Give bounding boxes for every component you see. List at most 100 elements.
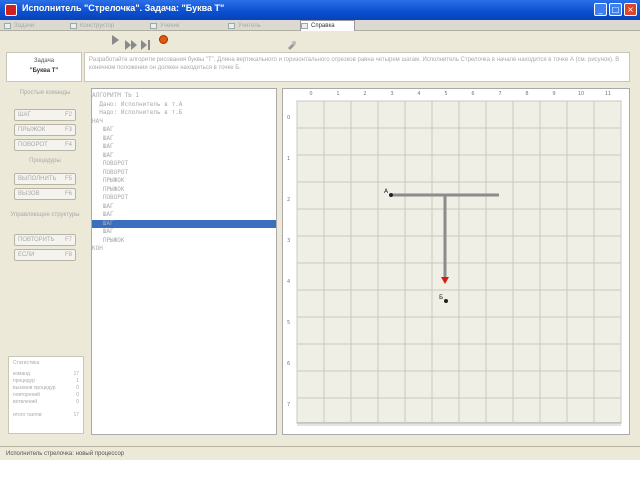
stats-value: 17 [73,371,79,377]
task-description: Разработайте алгоритм рисования буквы "Т… [84,52,630,82]
stats-row: повторений 0 [13,392,79,399]
row-label: 7 [287,402,290,408]
stats-value: 1 [76,378,79,384]
column-label: 1 [336,91,339,97]
button-label: ЕСЛИ [18,252,35,258]
call-button[interactable]: ВЫЗОВ F6 [14,188,76,200]
hotkey: F2 [64,112,72,118]
app-window: Исполнитель "Стрелочка". Задача: "Буква … [0,0,640,480]
column-label: 3 [390,91,393,97]
program-line[interactable]: ПРЫЖОК [92,186,276,194]
column-label: 7 [498,91,501,97]
program-line[interactable]: НАЧ [92,118,276,126]
teacher-icon [228,23,235,29]
row-label: 5 [287,320,290,326]
tab-label: Конструктор [80,23,115,29]
drawing-field: 0 1 2 3 4 5 6 7 8 9 10 11 0 1 2 3 4 5 6 7 А Б [282,88,630,435]
button-label: ПРЫЖОК [18,127,46,133]
button-label: ШАГ [18,112,31,118]
step-run-icon[interactable] [125,35,137,50]
button-label: ВЫЗОВ [18,191,40,197]
task-header: Задача [33,58,55,64]
tab-help[interactable]: Справка [300,20,355,31]
program-line[interactable]: ШАГ [92,126,276,134]
maximize-button[interactable]: □ [609,3,622,16]
hotkey: F4 [64,142,72,148]
control-structures-label: Управляющие структуры [10,212,80,218]
tab-constructor[interactable]: Конструктор [70,21,140,31]
column-label: 9 [552,91,555,97]
stats-row: итого тактов 17 [13,412,79,419]
tab-label: Учитель [238,23,261,29]
program-line[interactable]: ШАГ [92,219,276,228]
title-bar[interactable]: Исполнитель "Стрелочка". Задача: "Буква … [0,0,640,20]
repeat-button[interactable]: ПОВТОРИТЬ F7 [14,234,76,246]
tab-teacher[interactable]: Учитель [228,21,288,31]
row-label: 0 [287,115,290,121]
stats-label: ветвлений [13,399,38,405]
task-name-box: Задача "Буква Т" [6,52,82,82]
stats-row: ветвлений 0 [13,399,79,406]
execute-button[interactable]: ВЫПОЛНИТЬ F5 [14,173,76,185]
program-line[interactable]: КОН [92,245,276,253]
window-title: Исполнитель "Стрелочка". Задача: "Буква … [22,3,225,13]
program-line[interactable]: ШАГ [92,228,276,236]
program-line[interactable]: Дано: Исполнитель в т.А [92,101,276,109]
program-line[interactable]: ПОВОРОТ [92,194,276,202]
minimize-button[interactable]: _ [594,3,607,16]
program-line[interactable]: ШАГ [92,135,276,143]
jump-button[interactable]: ПРЫЖОК F3 [14,124,76,136]
program-line[interactable]: ШАГ [92,203,276,211]
step-icon[interactable] [141,35,151,50]
step-button[interactable]: ШАГ F2 [14,109,76,121]
column-label: 0 [309,91,312,97]
tab-bar: Задачи Конструктор Ученик Учитель Справк… [0,20,640,31]
point-a-dot [389,193,393,197]
stats-label: команд [13,371,30,377]
program-line[interactable]: ШАГ [92,211,276,219]
hotkey: F7 [64,237,72,243]
program-line[interactable]: ШАГ [92,152,276,160]
stats-label: итого тактов [13,412,42,418]
program-line[interactable]: АЛГОРИТМ ТЬ 1 [92,92,276,100]
column-label: 2 [363,91,366,97]
program-line[interactable]: ПОВОРОТ [92,169,276,177]
stop-icon[interactable] [159,35,168,44]
column-label: 8 [525,91,528,97]
status-bar: Исполнитель стрелочка: новый процессор [0,446,640,460]
program-editor[interactable]: АЛГОРИТМ ТЬ 1 Дано: Исполнитель в т.А На… [91,88,277,435]
stats-box: Статистика команд 17 процедур 1 вызовов пр… [8,356,84,434]
tab-student[interactable]: Ученик [150,21,210,31]
program-line[interactable]: ШАГ [92,143,276,151]
program-line[interactable]: ПОВОРОТ [92,160,276,168]
row-label: 1 [287,156,290,162]
tab-tasks[interactable]: Задачи [4,21,64,31]
if-button[interactable]: ЕСЛИ F8 [14,249,76,261]
point-b-dot [444,299,448,303]
program-line[interactable]: Надо: Исполнитель в т.Б [92,109,276,117]
procedures-label: Процедуры [29,158,61,164]
hotkey: F3 [64,127,72,133]
tab-label: Ученик [160,23,180,29]
tasks-icon [4,23,11,29]
close-button[interactable]: × [624,3,637,16]
stats-value: 0 [76,399,79,405]
stats-label: повторений [13,392,40,398]
program-line[interactable]: ПРЫЖОК [92,177,276,185]
row-label: 6 [287,361,290,367]
stats-label: вызовов процедур [13,385,56,391]
stats-row: команд 17 [13,371,79,378]
help-icon [301,23,308,29]
tools-icon[interactable] [287,35,297,50]
column-label: 5 [444,91,447,97]
hotkey: F5 [64,176,72,182]
tab-label: Справка [311,23,335,29]
run-icon[interactable] [112,35,119,45]
app-icon [5,4,17,16]
turn-button[interactable]: ПОВОРОТ F4 [14,139,76,151]
column-label: 11 [605,91,611,97]
stats-row: процедур 1 [13,378,79,385]
hotkey: F6 [64,191,72,197]
tab-label: Задачи [14,23,35,29]
program-line[interactable]: ПРЫЖОК [92,237,276,245]
